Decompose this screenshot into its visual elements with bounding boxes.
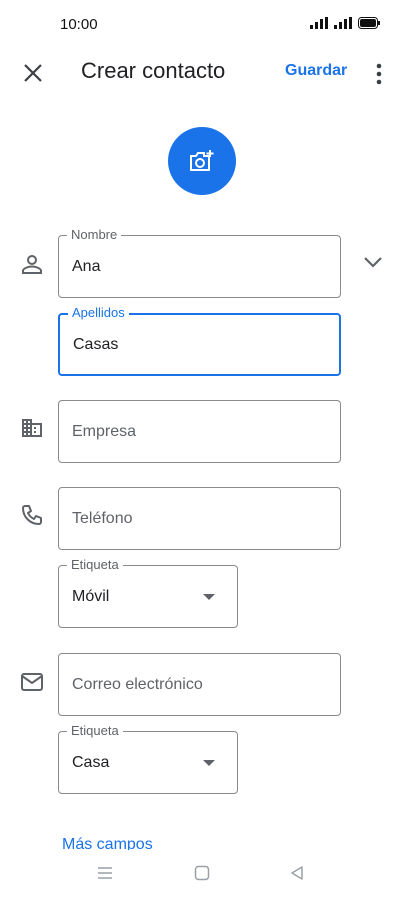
- signal-icon-2: [334, 17, 352, 29]
- first-name-label: Nombre: [67, 227, 122, 243]
- phone-label-value: Móvil: [72, 587, 110, 605]
- phone-icon: [22, 505, 42, 525]
- business-icon: [22, 419, 42, 437]
- add-photo-icon: [190, 150, 214, 171]
- battery-icon: [358, 17, 380, 29]
- email-label-caption: Etiqueta: [67, 723, 123, 739]
- signal-icon: [310, 17, 328, 29]
- expand-name-button[interactable]: [361, 250, 385, 274]
- person-icon: [22, 255, 42, 274]
- close-icon: [24, 64, 42, 82]
- company-placeholder: Empresa: [72, 422, 137, 440]
- last-name-field[interactable]: Apellidos Casas: [58, 305, 341, 376]
- phone-field[interactable]: Teléfono: [58, 487, 341, 550]
- more-vert-icon: [376, 63, 382, 85]
- close-button[interactable]: [20, 60, 46, 86]
- add-photo-button[interactable]: [168, 127, 236, 195]
- phone-label-caption: Etiqueta: [67, 557, 123, 573]
- home-nav-icon[interactable]: [194, 865, 210, 881]
- chevron-down-icon: [364, 257, 382, 268]
- page-title: Crear contacto: [81, 58, 226, 83]
- back-nav-icon[interactable]: [289, 865, 305, 881]
- last-name-value: Casas: [73, 335, 119, 353]
- last-name-label: Apellidos: [68, 305, 129, 321]
- email-icon: [21, 673, 43, 691]
- email-label-select[interactable]: Etiqueta Casa: [58, 723, 238, 794]
- dropdown-arrow-icon: [203, 759, 215, 766]
- email-field[interactable]: Correo electrónico: [58, 653, 341, 716]
- more-options-button[interactable]: [370, 62, 388, 86]
- email-label-value: Casa: [72, 753, 110, 771]
- phone-placeholder: Teléfono: [72, 509, 133, 527]
- company-field[interactable]: Empresa: [58, 400, 341, 463]
- menu-nav-icon[interactable]: [97, 866, 113, 880]
- dropdown-arrow-icon: [203, 593, 215, 600]
- first-name-field[interactable]: Nombre Ana: [58, 227, 341, 298]
- first-name-value: Ana: [72, 257, 101, 275]
- phone-label-select[interactable]: Etiqueta Móvil: [58, 557, 238, 628]
- save-button[interactable]: Guardar: [285, 62, 347, 80]
- email-placeholder: Correo electrónico: [72, 675, 203, 693]
- navigation-bar: [0, 850, 404, 897]
- status-icons: [310, 17, 380, 29]
- status-time: 10:00: [60, 16, 98, 33]
